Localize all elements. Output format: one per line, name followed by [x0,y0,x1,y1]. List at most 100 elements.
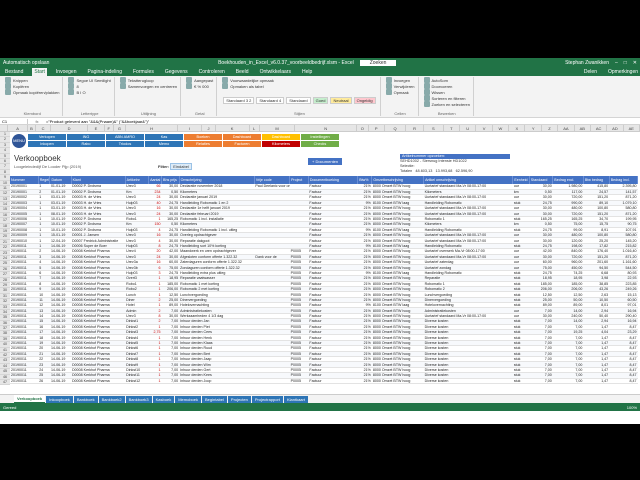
sheet-tab-bankboek3[interactable]: Bankboek3 [125,395,152,403]
cell-style-2[interactable]: Standaard [286,96,311,104]
nav-boeken[interactable]: Boeken [184,134,222,140]
table-cell[interactable] [254,378,290,384]
column-header-cell[interactable]: Klant [71,176,126,184]
table-cell[interactable]: 21% [357,378,372,384]
column-header-Y[interactable]: Y [525,125,542,131]
formula-input[interactable]: ="Product geleverd aan "&&&(Pnaam)&" ("&… [46,119,149,124]
ribbon-command[interactable]: Zoeken en selecteren [423,101,470,107]
column-header-AE[interactable]: AE [624,125,640,131]
fx-icon[interactable]: fx [28,119,46,124]
table-cell[interactable]: Inhuur derden Joop [179,378,255,384]
column-header-cell[interactable]: Datum [49,176,72,184]
sheet-tab-kasboek[interactable]: Kasboek [152,395,175,403]
nav-dashboard[interactable]: Dashboard [262,134,300,140]
cell-style-3[interactable]: Goed [312,96,329,104]
column-header-cell[interactable]: Documentboeking [308,176,359,184]
nav-memo[interactable]: Memo [145,141,183,147]
column-header-G[interactable]: G [114,125,127,131]
ribbon-command[interactable]: Opmaken als tabel [222,83,376,89]
opmerkingen-button[interactable]: Opmerkingen [606,68,640,76]
tab-paginaindeling[interactable]: Pagina-indeling [86,68,124,76]
column-header-T[interactable]: T [444,125,461,131]
column-header-cell[interactable]: Omzetbeschrijving [371,176,425,184]
ribbon-command[interactable]: Samenvoegen en centreren [119,83,177,89]
tab-beeld[interactable]: Beeld [234,68,251,76]
table-cell[interactable]: D0007 Fredrick Administratie [71,237,126,244]
tab-bestand[interactable]: Bestand [3,68,25,76]
tab-formules[interactable]: Formules [131,68,156,76]
column-header-O[interactable]: O [357,125,369,131]
tab-start[interactable]: Start [32,68,47,76]
column-header-M[interactable]: M [260,125,296,131]
column-header-J[interactable]: J [202,125,216,131]
column-header-cell[interactable]: Standaard [529,176,554,184]
nav-rabo[interactable]: Rabo [67,141,105,147]
column-header-AB[interactable]: AB [575,125,591,131]
table-cell[interactable]: 7,00 [529,378,553,384]
sheet-tab-memoboek[interactable]: Memoboek [175,395,202,403]
table-cell[interactable]: 1 [148,378,162,384]
cell-style-5[interactable]: Ongeldig [353,96,376,104]
sheet-tab-inkoopboek[interactable]: Inkoopboek [46,395,73,403]
zoom-level[interactable]: 100% [627,405,637,410]
ribbon-command[interactable]: Opmaak kopiëren/plakken [5,89,59,95]
nav-kas[interactable]: Kas [145,134,183,140]
sheet-tab-bankboek2[interactable]: Bankboek2 [98,395,125,403]
close-icon[interactable]: ✕ [633,60,637,66]
nav-triodos[interactable]: Triodos [106,141,144,147]
tab-controleren[interactable]: Controleren [197,68,227,76]
column-header-P[interactable]: P [369,125,385,131]
table-cell[interactable]: D0008 Kerkhof Pharma [71,378,126,384]
cell-style-4[interactable]: Neutraal [330,96,352,104]
tab-gegevens[interactable]: Gegevens [163,68,190,76]
search-box[interactable]: Zoeken [359,59,397,66]
nav-relaties[interactable]: Relaties [184,141,222,147]
column-header-cell[interactable]: Artikelnr [125,176,150,184]
tab-help[interactable]: Help [300,68,314,76]
table-cell[interactable]: 20190011 [10,378,39,384]
column-header-cell[interactable]: Regel [38,176,51,184]
ribbon-command[interactable]: € % 000 [186,83,213,89]
minimize-icon[interactable]: – [615,60,618,66]
sheet-tab-bankboek[interactable]: Bankboek [73,395,98,403]
cell-style-1[interactable]: Standaard 4 [256,96,285,104]
nav-inkopen[interactable]: Inkopen [28,141,66,147]
column-header-cell[interactable]: Eenheid [512,176,530,184]
table-cell[interactable]: P0005 [289,378,309,384]
table-cell[interactable]: stuk [512,378,530,384]
column-header-E[interactable]: E [88,125,105,131]
table-cell[interactable]: Factuur [308,378,358,384]
ribbon-command[interactable]: Opmaak [385,89,415,95]
tab-invoegen[interactable]: Invoegen [54,68,79,76]
column-header-R[interactable]: R [406,125,425,131]
user-name[interactable]: Stephan Zwanikken [565,60,609,66]
column-header-cell[interactable]: Artikel omschrijving [423,176,514,184]
sheet-tab-klantkaart[interactable]: Klantkaart [283,395,308,403]
row-header[interactable]: 47 [0,380,10,386]
table-cell[interactable]: 8,47 [609,378,638,384]
column-header-cell[interactable]: Aantal [148,176,163,184]
column-header-cell[interactable]: Omschrijving [179,176,255,184]
column-header-cell[interactable]: Nummer [10,176,39,184]
table-cell[interactable]: 1,47 [583,378,610,384]
maximize-icon[interactable]: □ [624,60,627,66]
column-header-cell[interactable]: Bedrag excl. [552,176,584,184]
name-box[interactable]: C1 [0,118,28,124]
nav-facturen[interactable]: Facturen [223,141,261,147]
nav-instellingen[interactable]: Instellingen [301,134,339,140]
column-header-X[interactable]: X [509,125,526,131]
column-header-S[interactable]: S [424,125,444,131]
column-header-cell[interactable]: Btw% [357,176,373,184]
column-header-cell[interactable]: Btw bedrag [583,176,610,184]
column-header-C[interactable]: C [36,125,51,131]
table-cell[interactable]: Diverse kosten [423,378,513,384]
column-header-F[interactable]: F [105,125,114,131]
column-header-L[interactable]: L [250,125,260,131]
column-header-B[interactable]: B [28,125,37,131]
column-header-cell[interactable]: Vrije code [254,176,291,184]
sheet-tab-verkoopboek[interactable]: Verkoopboek [14,395,46,403]
autosave-toggle[interactable]: Automatisch opslaan [3,60,49,66]
column-header-N[interactable]: N [295,125,358,131]
column-header-AA[interactable]: AA [558,125,575,131]
column-header-cell[interactable]: Bhs prijs [161,176,180,184]
